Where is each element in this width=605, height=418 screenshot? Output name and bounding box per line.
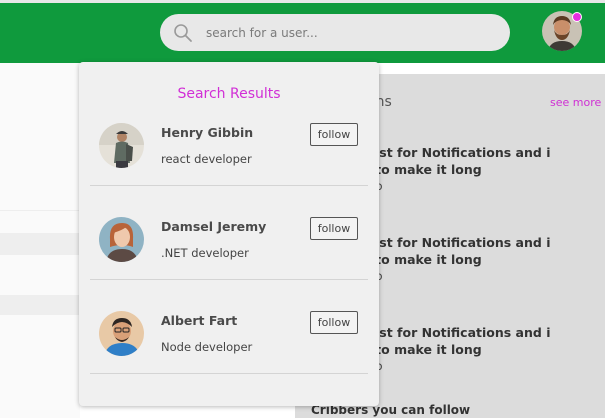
user-name: Albert Fart xyxy=(161,313,238,328)
follow-button[interactable]: follow xyxy=(310,217,358,240)
user-role: .NET developer xyxy=(161,246,249,260)
divider xyxy=(0,233,80,255)
search-results-dropdown: Search Results Henry Gibbin react develo… xyxy=(79,62,379,406)
see-more-link[interactable]: see more xyxy=(550,96,601,109)
follow-button[interactable]: follow xyxy=(310,123,358,146)
notification-dot xyxy=(572,12,582,22)
left-panel xyxy=(0,63,80,418)
top-navbar xyxy=(0,0,605,63)
divider xyxy=(0,295,80,315)
search-result-item[interactable]: Damsel Jeremy .NET developer follow xyxy=(79,217,379,311)
follow-button[interactable]: follow xyxy=(310,311,358,334)
user-avatar xyxy=(99,311,144,356)
search-result-item[interactable]: Albert Fart Node developer follow xyxy=(79,311,379,405)
user-avatar xyxy=(99,217,144,262)
search-input[interactable] xyxy=(206,19,496,46)
user-role: react developer xyxy=(161,152,252,166)
divider xyxy=(90,185,368,186)
search-icon xyxy=(174,24,192,42)
user-search-box[interactable] xyxy=(160,14,510,51)
search-results-title: Search Results xyxy=(177,86,281,102)
user-role: Node developer xyxy=(161,340,253,354)
search-result-item[interactable]: Henry Gibbin react developer follow xyxy=(79,123,379,217)
user-avatar xyxy=(99,123,144,168)
divider xyxy=(90,373,368,374)
divider xyxy=(0,210,80,211)
divider xyxy=(90,279,368,280)
user-name: Henry Gibbin xyxy=(161,125,254,140)
user-name: Damsel Jeremy xyxy=(161,219,267,234)
